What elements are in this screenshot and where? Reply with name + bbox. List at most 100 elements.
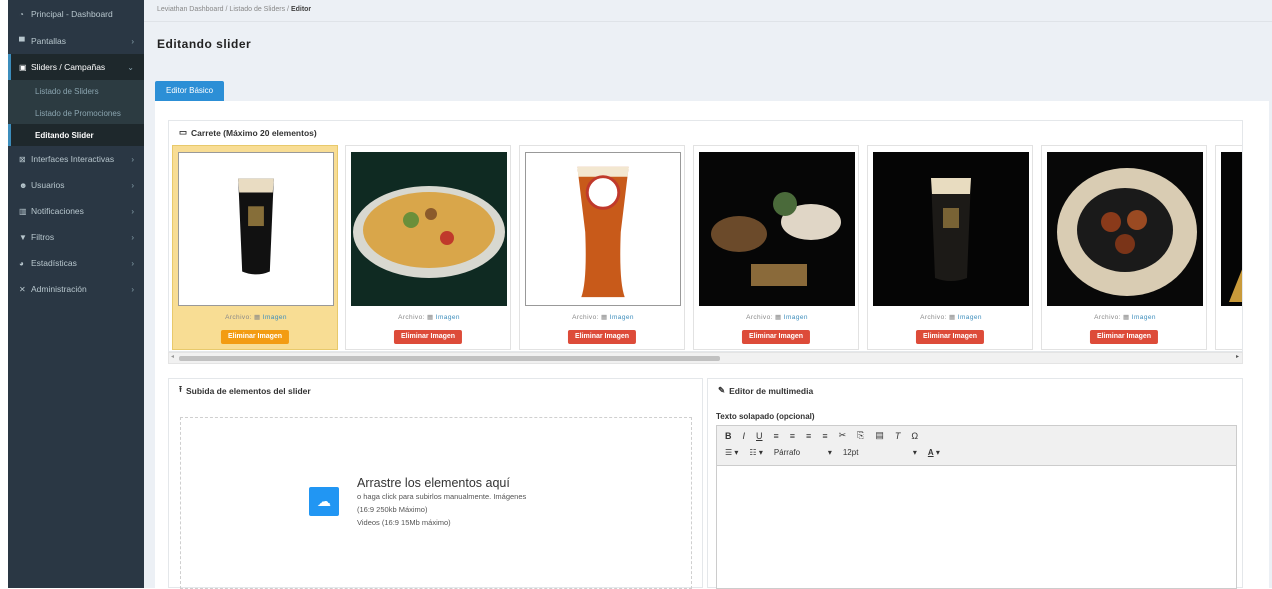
card-image-guinness-pint-dark xyxy=(873,152,1029,306)
tab-editor-basico[interactable]: Editor Básico xyxy=(155,81,225,101)
font-size-value: 12pt xyxy=(842,448,859,457)
sidebar-subitem-label: Listado de Sliders xyxy=(35,86,99,96)
scroll-right-icon[interactable]: ▸ xyxy=(1236,353,1239,360)
delete-image-button[interactable]: Eliminar Imagen xyxy=(1089,330,1159,344)
upload-title: Subida de elementos del slider xyxy=(185,385,311,396)
left-edge-bottom xyxy=(0,470,8,588)
editor-toolbar: B I U ≡ ≡ ≡ ≡ ✂ ⎘ ▤ T Ω ☰ ▾ ☷ ▾ Párrafo … xyxy=(717,426,1236,466)
breadcrumb-separator: / xyxy=(225,6,228,13)
carousel-card[interactable]: Archivo: ▦ Imagen Eliminar Imagen xyxy=(172,145,338,350)
carousel-card[interactable]: Archivo: ▦ Imagen Eliminar Imagen xyxy=(867,145,1033,350)
monitor-icon: ▀ xyxy=(19,36,25,46)
sidebar-item-label: Interfaces Interactivas xyxy=(31,154,115,164)
clear-format-icon[interactable]: T xyxy=(895,431,901,441)
file-label: Archivo: xyxy=(572,314,599,321)
paste-icon[interactable]: ▤ xyxy=(875,430,884,441)
sidebar-subitem-listado-sliders[interactable]: Listado de Sliders xyxy=(8,80,144,102)
file-link[interactable]: Imagen xyxy=(1132,314,1156,321)
breadcrumb-dashboard[interactable]: Leviathan Dashboard xyxy=(157,6,224,13)
chevron-right-icon: › xyxy=(131,232,134,242)
scrollbar-thumb[interactable] xyxy=(179,356,720,361)
image-icon: ▦ xyxy=(1123,314,1130,321)
file-label: Archivo: xyxy=(1094,314,1121,321)
file-caption: Archivo: ▦ Imagen xyxy=(868,313,1034,321)
bold-icon[interactable]: B xyxy=(725,431,732,441)
sidebar-subitem-label: Editando Slider xyxy=(35,130,94,140)
sidebar-item-filtros[interactable]: ▼ Filtros › xyxy=(8,224,144,250)
file-label: Archivo: xyxy=(920,314,947,321)
sidebar-item-label: Administración xyxy=(31,284,87,294)
chevron-down-icon: ▾ xyxy=(912,448,917,457)
carousel-card[interactable]: Archivo: ▦ Imagen Eliminar Imagen xyxy=(693,145,859,350)
format-select[interactable]: Párrafo ▾ xyxy=(774,448,832,457)
italic-icon[interactable]: I xyxy=(743,431,746,441)
sidebar-item-administracion[interactable]: ✕ Administración › xyxy=(8,276,144,302)
text-color-button[interactable]: A ▾ xyxy=(928,448,940,457)
chevron-right-icon: › xyxy=(131,180,134,190)
delete-image-button[interactable]: Eliminar Imagen xyxy=(220,330,290,344)
sidebar-item-label: Pantallas xyxy=(31,36,66,46)
media-title: Editor de multimedia xyxy=(729,385,814,396)
filter-icon: ▼ xyxy=(19,232,27,242)
bullet-list-icon[interactable]: ☰ ▾ xyxy=(725,448,738,457)
sidebar: ◔ Principal - Dashboard ▀ Pantallas › ▣ … xyxy=(8,0,144,588)
scroll-left-icon[interactable]: ◂ xyxy=(171,353,174,360)
sidebar-item-sliders[interactable]: ▣ Sliders / Campañas ⌄ xyxy=(8,54,144,80)
editor-content-area[interactable] xyxy=(717,466,1236,588)
file-link[interactable]: Imagen xyxy=(958,314,982,321)
image-icon: ▦ xyxy=(601,314,608,321)
image-icon: ▦ xyxy=(775,314,782,321)
carousel-card[interactable]: Archivo: ▦ Imagen Eliminar Imagen xyxy=(519,145,685,350)
sidebar-subitem-label: Listado de Promociones xyxy=(35,108,121,118)
copy-icon[interactable]: ⎘ xyxy=(857,430,864,441)
align-right-icon[interactable]: ≡ xyxy=(806,431,811,441)
dropzone-hint: o haga click para subirlos manualmente. … xyxy=(357,492,527,501)
media-header: ✎ Editor de multimedia xyxy=(708,379,1242,402)
card-image-partial xyxy=(1221,152,1242,306)
sidebar-item-dashboard[interactable]: ◔ Principal - Dashboard xyxy=(8,0,144,28)
carousel-scrollbar[interactable]: ◂ ▸ xyxy=(168,352,1243,364)
slider-icon: ▣ xyxy=(19,62,27,72)
chevron-right-icon: › xyxy=(131,258,134,268)
sidebar-item-pantallas[interactable]: ▀ Pantallas › xyxy=(8,28,144,54)
sidebar-item-estadisticas[interactable]: ◕ Estadísticas › xyxy=(8,250,144,276)
font-size-select[interactable]: 12pt ▾ xyxy=(843,448,917,457)
underline-icon[interactable]: U xyxy=(756,431,763,441)
chart-icon: ◕ xyxy=(19,258,24,268)
sidebar-item-usuarios[interactable]: ☻ Usuarios › xyxy=(8,172,144,198)
delete-image-button[interactable]: Eliminar Imagen xyxy=(567,330,637,344)
card-image-tapas-spread xyxy=(699,152,855,306)
chevron-right-icon: › xyxy=(131,36,134,46)
sidebar-item-interfaces[interactable]: ⊠ Interfaces Interactivas › xyxy=(8,146,144,172)
cut-icon[interactable]: ✂ xyxy=(839,430,847,441)
breadcrumb-current: Editor xyxy=(290,6,312,13)
dropzone[interactable]: ☁ Arrastre los elementos aquí o haga cli… xyxy=(180,417,692,589)
numbered-list-icon[interactable]: ☷ ▾ xyxy=(749,448,762,457)
file-link[interactable]: Imagen xyxy=(610,314,634,321)
delete-image-button[interactable]: Eliminar Imagen xyxy=(915,330,985,344)
interfaces-icon: ⊠ xyxy=(19,154,26,164)
carousel-card[interactable]: Archivo: ▦ Imagen Eliminar Imagen xyxy=(1041,145,1207,350)
sidebar-item-label: Filtros xyxy=(31,232,55,242)
file-link[interactable]: Imagen xyxy=(436,314,460,321)
align-center-icon[interactable]: ≡ xyxy=(790,431,795,441)
card-image-guinness-pint xyxy=(178,152,334,306)
delete-image-button[interactable]: Eliminar Imagen xyxy=(741,330,811,344)
special-char-icon[interactable]: Ω xyxy=(911,431,918,441)
sidebar-subitem-editando-slider[interactable]: Editando Slider xyxy=(8,124,144,146)
dashboard-icon: ◔ xyxy=(19,9,24,19)
delete-image-button[interactable]: Eliminar Imagen xyxy=(393,330,463,344)
carousel-card-partial[interactable] xyxy=(1215,145,1242,350)
file-link[interactable]: Imagen xyxy=(263,314,287,321)
sidebar-subitem-listado-promociones[interactable]: Listado de Promociones xyxy=(8,102,144,124)
upload-icon: ⭱ xyxy=(179,383,182,394)
card-image-meatball-pot xyxy=(1047,152,1203,306)
carousel-card[interactable]: Archivo: ▦ Imagen Eliminar Imagen xyxy=(345,145,511,350)
align-left-icon[interactable]: ≡ xyxy=(774,431,779,441)
breadcrumb-listado[interactable]: Listado de Sliders xyxy=(229,6,285,13)
left-edge xyxy=(0,0,8,470)
sidebar-item-notificaciones[interactable]: ▥ Notificaciones › xyxy=(8,198,144,224)
align-justify-icon[interactable]: ≡ xyxy=(822,431,827,441)
file-link[interactable]: Imagen xyxy=(784,314,808,321)
header-divider xyxy=(144,21,1272,22)
